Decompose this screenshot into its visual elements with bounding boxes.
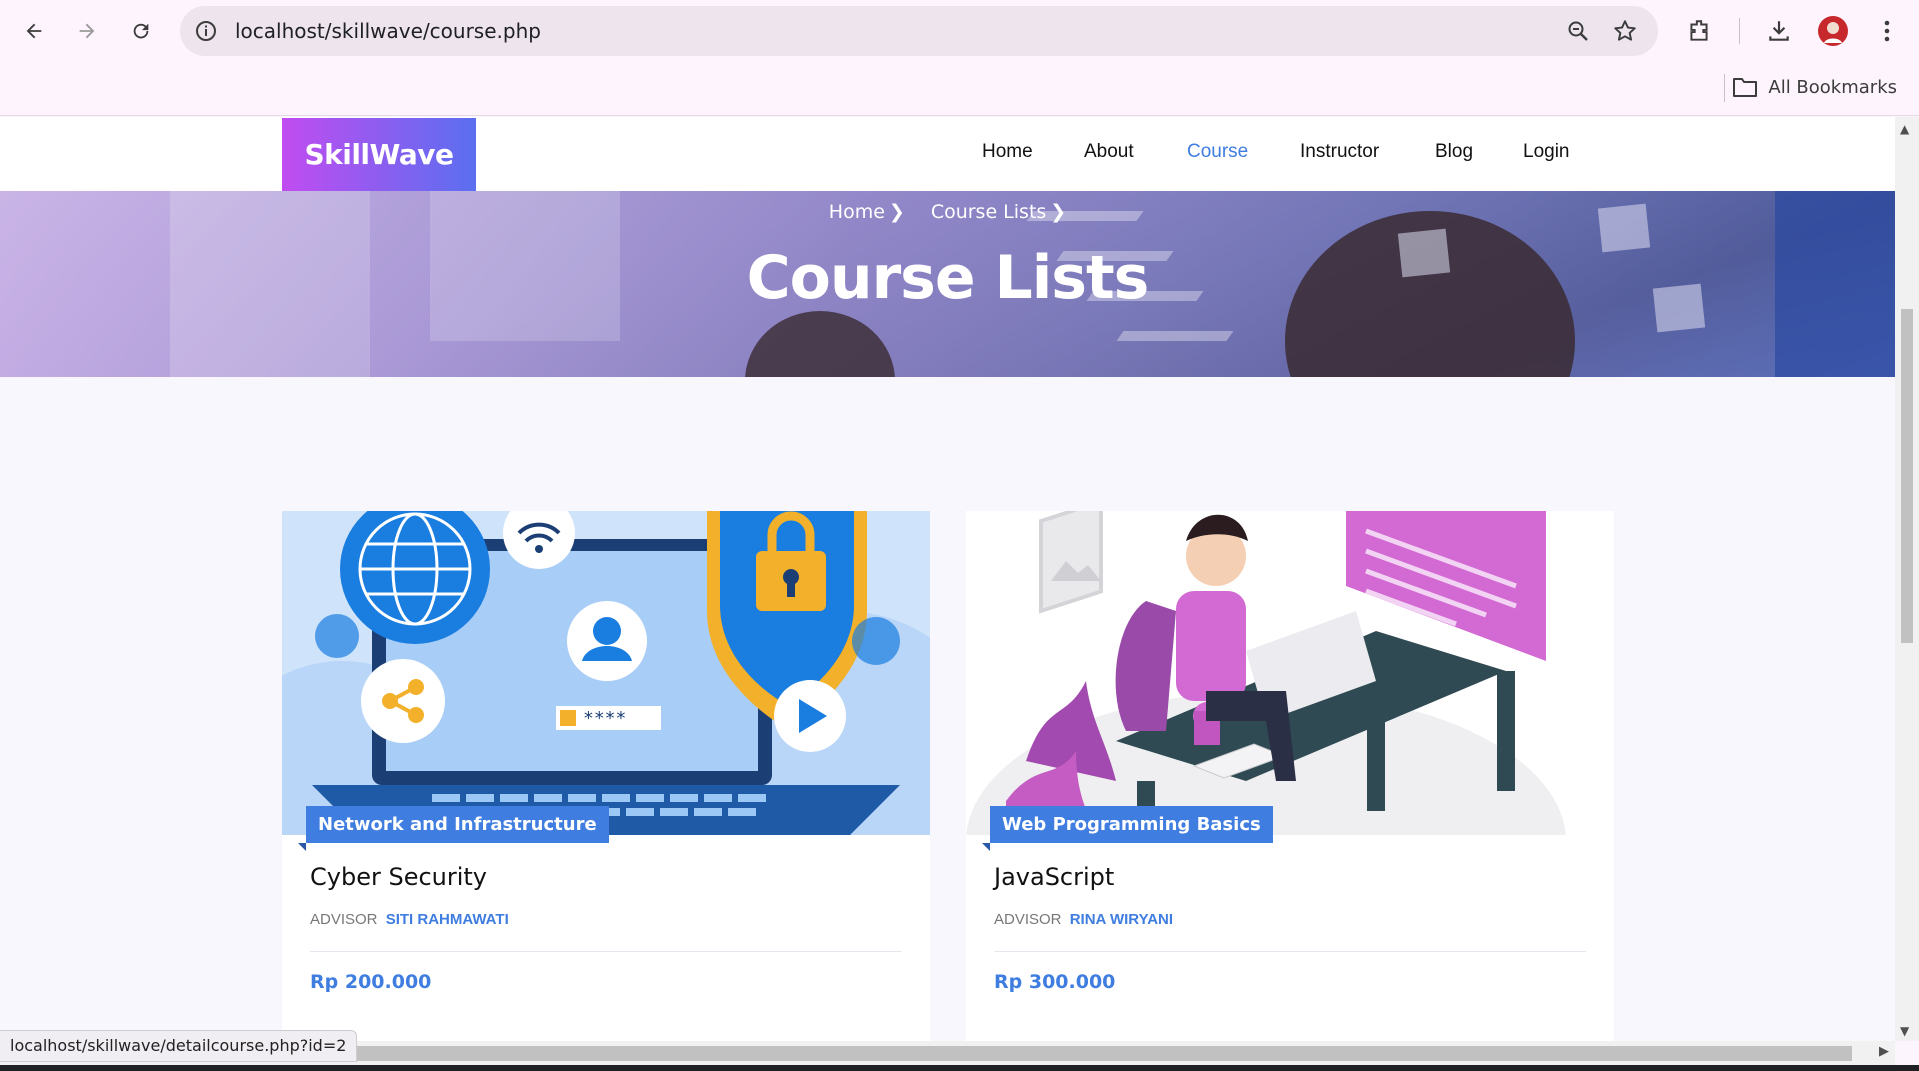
- advisor-label: ADVISOR: [994, 911, 1062, 928]
- breadcrumb-course-lists: Course Lists ❯: [930, 201, 1067, 223]
- course-thumbnail-javascript[interactable]: [966, 511, 1614, 835]
- scroll-up-arrow-icon[interactable]: ▲: [1900, 122, 1909, 136]
- toolbar-separator: [1739, 18, 1740, 44]
- arrow-right-icon: [79, 23, 95, 39]
- site-logo-text: SkillWave: [304, 138, 454, 171]
- course-card[interactable]: **** Network and Infrastructure Cyber Se…: [282, 511, 930, 1041]
- password-mask: ****: [583, 708, 626, 728]
- back-button[interactable]: [14, 11, 54, 51]
- course-category-badge[interactable]: Web Programming Basics: [982, 806, 1273, 851]
- svg-text:****: ****: [583, 708, 626, 728]
- page-title: Course Lists: [746, 243, 1150, 313]
- nav-about[interactable]: About: [1084, 141, 1134, 163]
- download-icon[interactable]: [1759, 11, 1799, 51]
- course-price: Rp 300.000: [994, 971, 1116, 993]
- site-header: SkillWave Home About Course Instructor B…: [0, 117, 1895, 191]
- reload-icon: [133, 23, 149, 39]
- scroll-down-arrow-icon[interactable]: ▼: [1900, 1024, 1909, 1038]
- taskbar-edge: [0, 1065, 1919, 1071]
- course-price: Rp 200.000: [310, 971, 432, 993]
- advisor-name[interactable]: RINA WIRYANI: [1070, 911, 1173, 928]
- horizontal-scrollbar-thumb[interactable]: [348, 1046, 1852, 1061]
- zoom-icon[interactable]: [1566, 19, 1590, 47]
- course-title[interactable]: JavaScript: [994, 863, 1114, 891]
- card-divider: [994, 951, 1586, 952]
- course-advisor: ADVISOR SITI RAHMAWATI: [310, 911, 509, 928]
- link-status-bubble: localhost/skillwave/detailcourse.php?id=…: [0, 1030, 358, 1062]
- vertical-scrollbar-thumb[interactable]: [1901, 309, 1913, 643]
- card-divider: [310, 951, 902, 952]
- all-bookmarks-button[interactable]: All Bookmarks: [1732, 76, 1897, 98]
- course-advisor: ADVISOR RINA WIRYANI: [994, 911, 1173, 928]
- advisor-name[interactable]: SITI RAHMAWATI: [386, 911, 509, 928]
- page-viewport: SkillWave Home About Course Instructor B…: [0, 117, 1895, 1041]
- reload-button[interactable]: [121, 11, 161, 51]
- hero-person-silhouette: [745, 311, 895, 377]
- forward-button[interactable]: [67, 11, 107, 51]
- folder-icon: [1733, 78, 1758, 97]
- browser-menu-icon[interactable]: [1867, 11, 1907, 51]
- course-category-badge[interactable]: Network and Infrastructure: [298, 806, 609, 851]
- course-card[interactable]: Web Programming Basics JavaScript ADVISO…: [966, 511, 1614, 1041]
- course-thumbnail-cyber-security[interactable]: ****: [282, 511, 930, 835]
- profile-avatar[interactable]: [1813, 11, 1853, 51]
- hero-background-stair: [1116, 331, 1234, 341]
- nav-login[interactable]: Login: [1523, 141, 1570, 163]
- bookmarks-separator: [1724, 74, 1725, 102]
- browser-toolbar: localhost/skillwave/course.php: [0, 0, 1919, 62]
- extensions-icon[interactable]: [1679, 11, 1719, 51]
- site-info-icon[interactable]: [194, 19, 218, 47]
- scroll-right-arrow-icon[interactable]: ▶: [1879, 1044, 1889, 1059]
- breadcrumb: Home ❯ Course Lists ❯: [0, 201, 1895, 223]
- all-bookmarks-label: All Bookmarks: [1768, 76, 1897, 98]
- nav-home[interactable]: Home: [982, 141, 1033, 163]
- address-bar[interactable]: localhost/skillwave/course.php: [180, 6, 1658, 56]
- bookmarks-bar: All Bookmarks: [0, 62, 1919, 116]
- nav-course[interactable]: Course: [1187, 141, 1248, 163]
- site-logo[interactable]: SkillWave: [282, 118, 476, 191]
- nav-instructor[interactable]: Instructor: [1300, 141, 1379, 163]
- vertical-scrollbar[interactable]: ▲ ▼: [1895, 117, 1919, 1041]
- arrow-left-icon: [26, 23, 42, 39]
- url-text[interactable]: localhost/skillwave/course.php: [235, 19, 541, 43]
- course-title[interactable]: Cyber Security: [310, 863, 487, 891]
- nav-blog[interactable]: Blog: [1435, 141, 1473, 163]
- breadcrumb-home[interactable]: Home ❯: [829, 201, 905, 223]
- hero-banner: Home ❯ Course Lists ❯ Course Lists: [0, 191, 1895, 377]
- bookmark-star-icon[interactable]: [1612, 18, 1638, 48]
- advisor-label: ADVISOR: [310, 911, 378, 928]
